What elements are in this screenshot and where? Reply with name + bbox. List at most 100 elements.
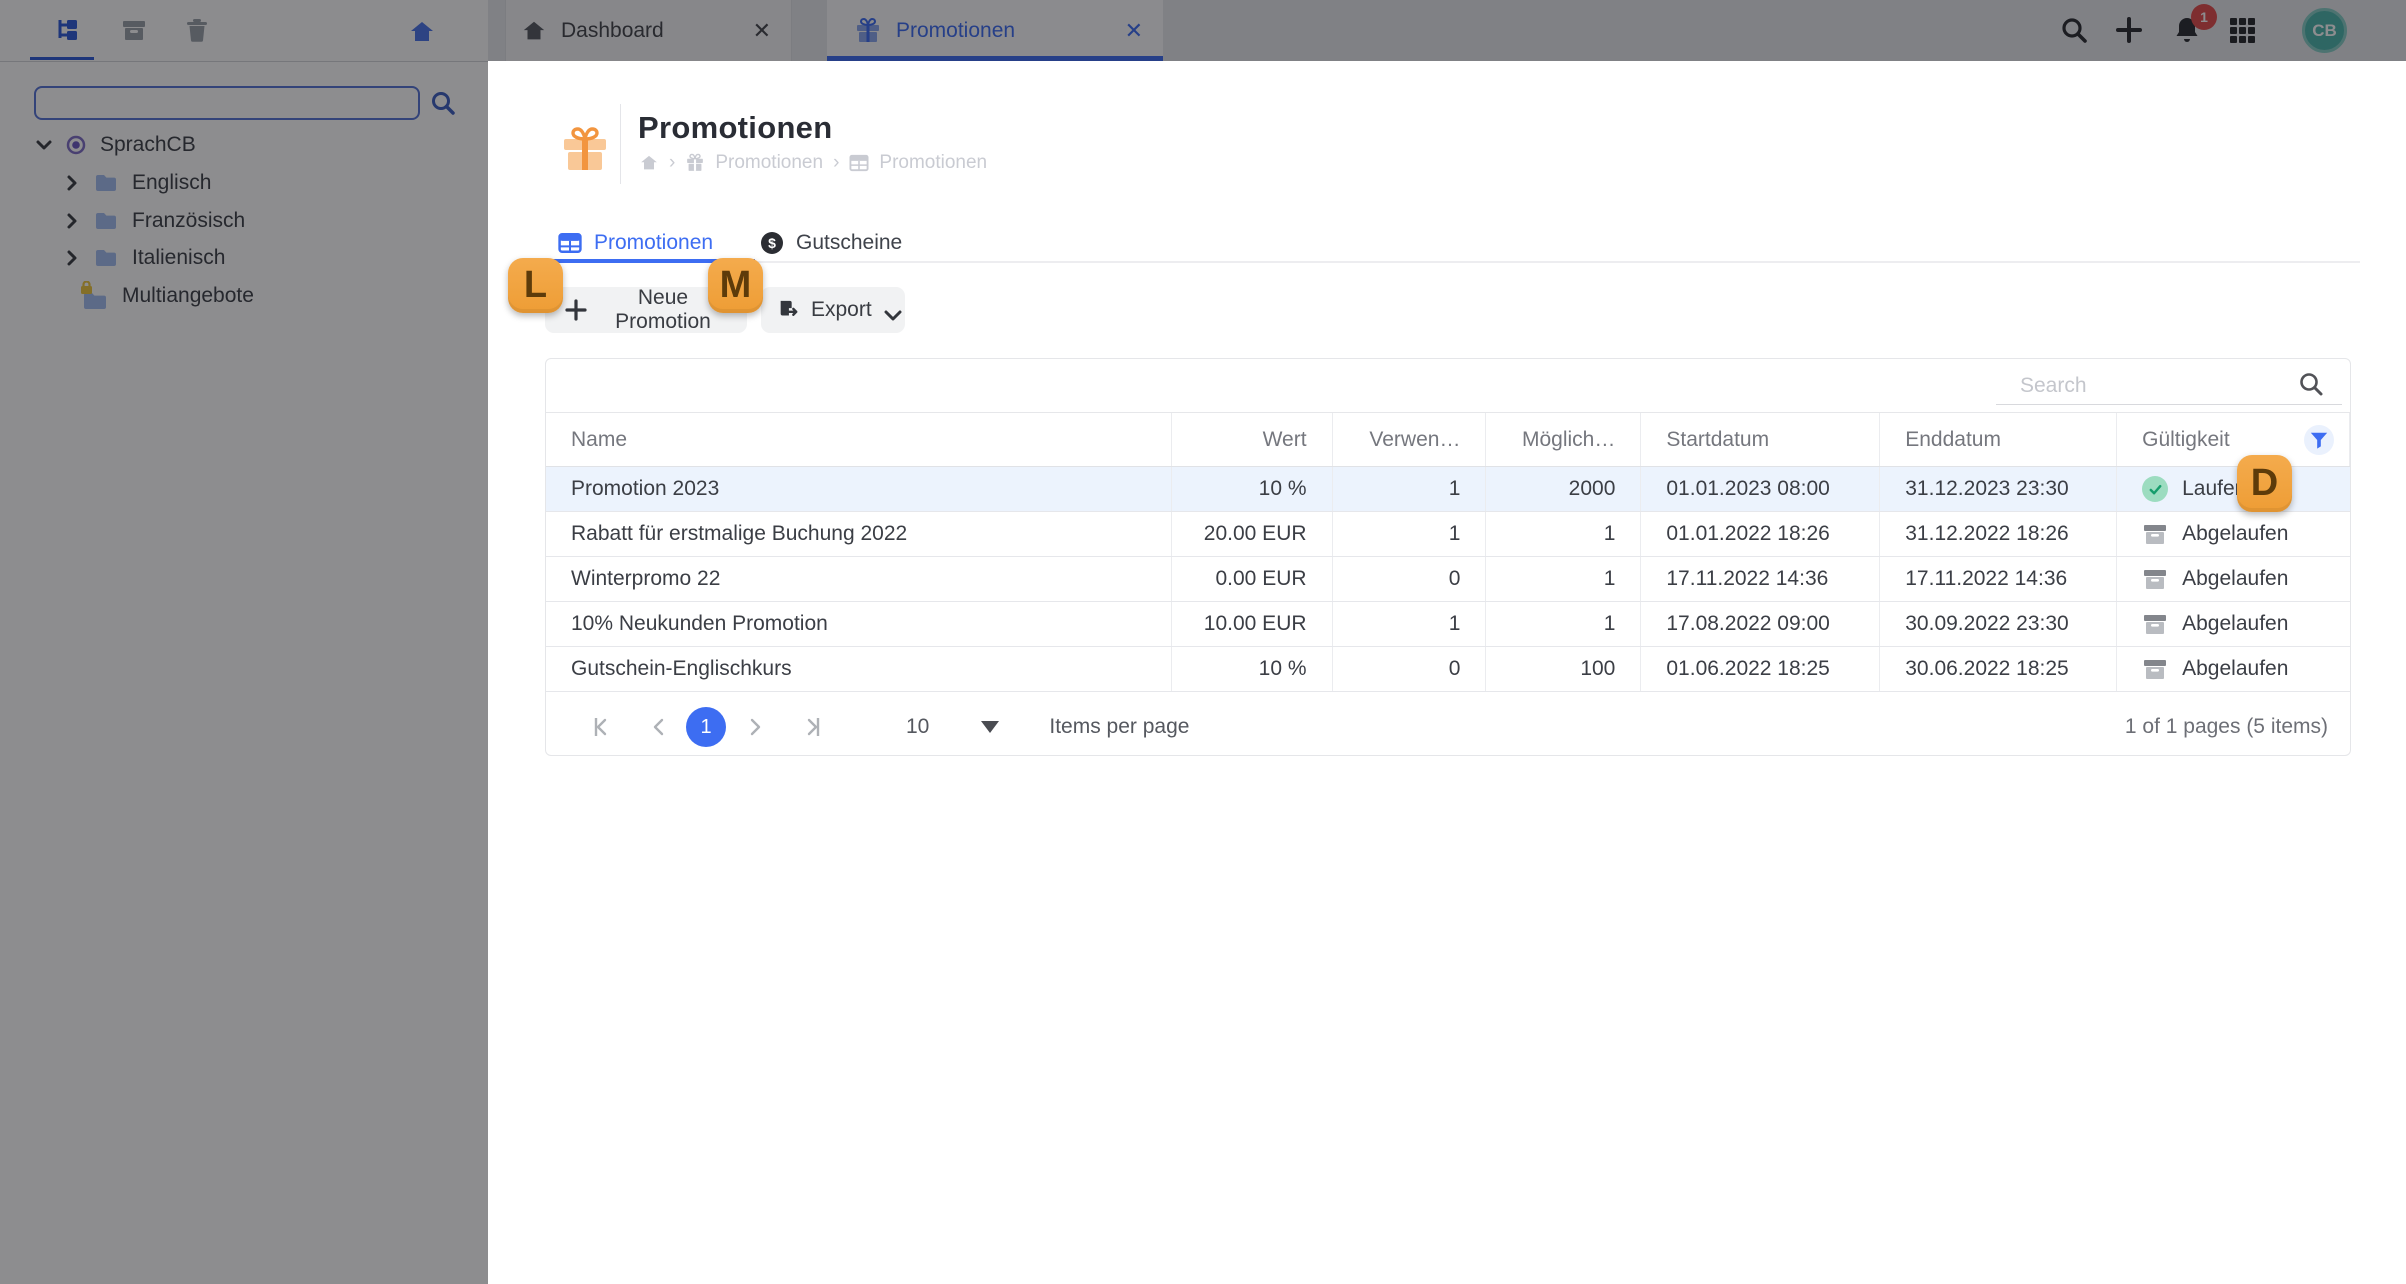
column-header-moeglich[interactable]: Möglich…	[1486, 413, 1642, 466]
cell-moeglich: 100	[1486, 647, 1642, 691]
cell-name: Gutschein-Englischkurs	[546, 647, 1172, 691]
cell-gueltigkeit: Abgelaufen	[2117, 512, 2350, 556]
next-page-icon[interactable]	[742, 714, 768, 740]
cell-name: 10% Neukunden Promotion	[546, 602, 1172, 646]
cell-verwendungen: 0	[1333, 557, 1487, 601]
cell-enddatum: 31.12.2023 23:30	[1880, 467, 2118, 511]
table-search-row	[546, 359, 2350, 413]
status-label: Abgelaufen	[2182, 522, 2289, 545]
cell-wert: 0.00 EUR	[1172, 557, 1333, 601]
status-expired-box-icon	[2142, 566, 2168, 592]
cell-verwendungen: 1	[1333, 602, 1487, 646]
cell-gueltigkeit: Abgelaufen	[2117, 602, 2350, 646]
cell-wert: 10.00 EUR	[1172, 602, 1333, 646]
cell-verwendungen: 1	[1333, 467, 1487, 511]
table-search-icon[interactable]	[2298, 371, 2324, 397]
cell-wert: 10 %	[1172, 467, 1333, 511]
status-label: Abgelaufen	[2182, 612, 2289, 635]
status-active-check-icon	[2142, 476, 2169, 502]
promotions-table-card: Name Wert Verwen… Möglich… Startdatum En…	[545, 358, 2351, 756]
content-tab-label: Gutscheine	[796, 231, 903, 254]
caret-down-icon	[981, 721, 1000, 733]
cell-enddatum: 30.06.2022 18:25	[1880, 647, 2118, 691]
content-tab-promotionen[interactable]: Promotionen	[558, 223, 713, 263]
file-export-icon	[777, 299, 799, 321]
items-per-page-label: Items per page	[1049, 715, 1190, 738]
chevron-down-icon	[884, 304, 902, 321]
export-button[interactable]: Export	[761, 287, 905, 333]
app-window: SprachCB Englisch Französisch Italienisc…	[0, 0, 2406, 1284]
header-divider	[620, 104, 621, 184]
cell-startdatum: 17.08.2022 09:00	[1641, 602, 1881, 646]
table-row[interactable]: Gutschein-Englischkurs 10 % 0 100 01.06.…	[546, 647, 2350, 692]
pagination-bar: 1 10 Items per page 1 of 1 pages (5 item…	[546, 692, 2350, 762]
cell-enddatum: 17.11.2022 14:36	[1880, 557, 2118, 601]
cell-startdatum: 01.01.2023 08:00	[1641, 467, 1881, 511]
cell-startdatum: 01.01.2022 18:26	[1641, 512, 1881, 556]
cell-verwendungen: 1	[1333, 512, 1487, 556]
table-row[interactable]: 10% Neukunden Promotion 10.00 EUR 1 1 17…	[546, 602, 2350, 647]
status-label: Abgelaufen	[2182, 567, 2289, 590]
cell-startdatum: 17.11.2022 14:36	[1641, 557, 1881, 601]
status-expired-box-icon	[2142, 611, 2168, 637]
cell-enddatum: 30.09.2022 23:30	[1880, 602, 2118, 646]
main-content: Promotionen › Promotionen › Promotionen …	[488, 61, 2406, 1284]
table-icon	[558, 233, 582, 253]
cell-moeglich: 2000	[1486, 467, 1642, 511]
table-header-row: Name Wert Verwen… Möglich… Startdatum En…	[546, 413, 2350, 467]
breadcrumb-separator: ›	[833, 152, 840, 173]
cell-name: Winterpromo 22	[546, 557, 1172, 601]
pagination-summary: 1 of 1 pages (5 items)	[2124, 715, 2328, 738]
cell-wert: 10 %	[1172, 647, 1333, 691]
first-page-icon[interactable]	[588, 714, 614, 740]
breadcrumb: › Promotionen › Promotionen	[639, 152, 987, 174]
plus-icon	[565, 299, 587, 321]
cell-enddatum: 31.12.2022 18:26	[1880, 512, 2118, 556]
svg-text:$: $	[768, 235, 776, 251]
topbar-dim-overlay	[488, 0, 2406, 61]
last-page-icon[interactable]	[800, 714, 826, 740]
annotation-badge-d: D	[2237, 455, 2292, 512]
column-header-enddatum[interactable]: Enddatum	[1880, 413, 2118, 466]
status-expired-box-icon	[2142, 521, 2168, 547]
annotation-badge-l: L	[508, 258, 563, 313]
cell-wert: 20.00 EUR	[1172, 512, 1333, 556]
filter-icon[interactable]	[2304, 425, 2334, 455]
cell-startdatum: 01.06.2022 18:25	[1641, 647, 1881, 691]
status-label: Abgelaufen	[2182, 657, 2289, 680]
breadcrumb-table-icon	[849, 153, 869, 173]
table-search-input[interactable]	[1996, 367, 2342, 405]
table-row[interactable]: Rabatt für erstmalige Buchung 2022 20.00…	[546, 512, 2350, 557]
table-row[interactable]: Winterpromo 22 0.00 EUR 0 1 17.11.2022 1…	[546, 557, 2350, 602]
button-label: Export	[811, 298, 872, 321]
page-title: Promotionen	[638, 110, 833, 145]
table-row[interactable]: Promotion 2023 10 % 1 2000 01.01.2023 08…	[546, 467, 2350, 512]
voucher-dollar-icon: $	[760, 231, 784, 255]
items-per-page-value: 10	[906, 715, 930, 738]
page-number-button[interactable]: 1	[686, 707, 726, 747]
breadcrumb-separator: ›	[669, 152, 676, 173]
cell-name: Rabatt für erstmalige Buchung 2022	[546, 512, 1172, 556]
breadcrumb-gift-icon	[685, 153, 705, 173]
cell-gueltigkeit: Abgelaufen	[2117, 647, 2350, 691]
breadcrumb-home-icon[interactable]	[639, 153, 659, 173]
annotation-badge-m: M	[708, 258, 763, 313]
column-header-startdatum[interactable]: Startdatum	[1641, 413, 1881, 466]
cell-verwendungen: 0	[1333, 647, 1487, 691]
content-tab-gutscheine[interactable]: $ Gutscheine	[760, 223, 902, 263]
content-tab-strip-line	[545, 261, 2360, 263]
previous-page-icon[interactable]	[646, 714, 672, 740]
content-tab-label: Promotionen	[594, 231, 714, 254]
column-header-wert[interactable]: Wert	[1172, 413, 1333, 466]
column-header-verwendungen[interactable]: Verwen…	[1333, 413, 1487, 466]
cell-gueltigkeit: Laufend	[2117, 467, 2350, 511]
page-gift-icon	[560, 124, 610, 174]
cell-name: Promotion 2023	[546, 467, 1172, 511]
status-expired-box-icon	[2142, 656, 2168, 682]
breadcrumb-item[interactable]: Promotionen	[715, 152, 823, 174]
column-header-name[interactable]: Name	[546, 413, 1172, 466]
cell-moeglich: 1	[1486, 557, 1642, 601]
items-per-page-select[interactable]: 10	[906, 715, 1000, 739]
cell-moeglich: 1	[1486, 512, 1642, 556]
breadcrumb-item[interactable]: Promotionen	[879, 152, 987, 174]
